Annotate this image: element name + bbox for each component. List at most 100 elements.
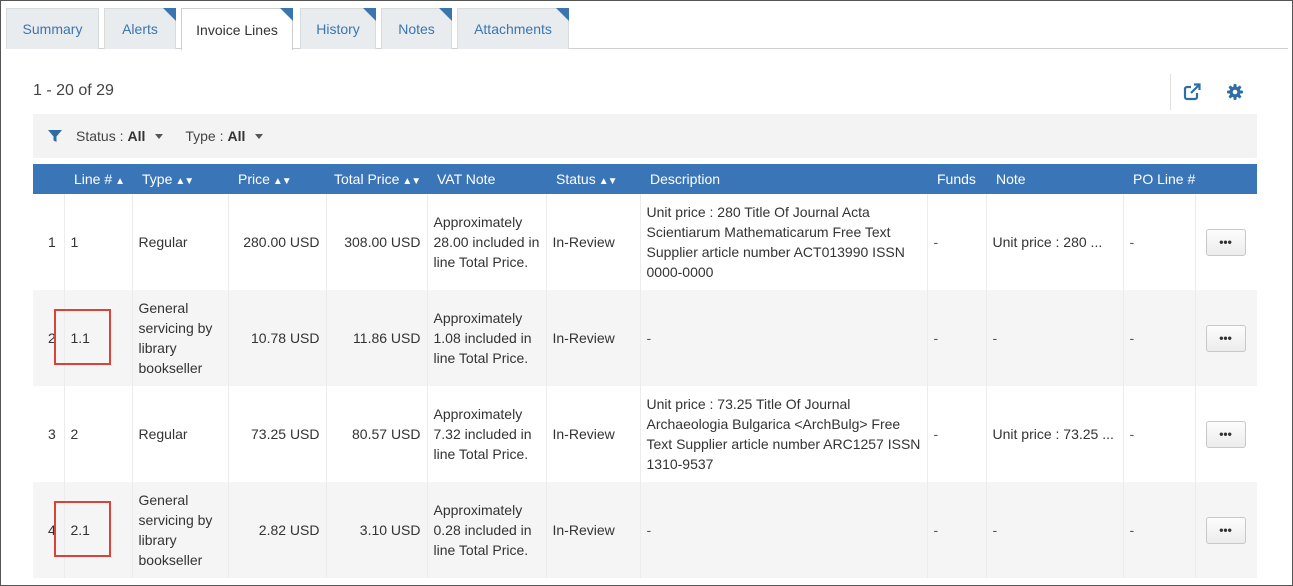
line-price: 10.78 USD <box>228 290 327 386</box>
col-header-note: Note <box>986 164 1123 194</box>
po-line-number: - <box>1123 194 1196 290</box>
line-total-price: 308.00 USD <box>326 194 428 290</box>
row-actions-cell: ••• <box>1195 194 1257 290</box>
line-type: General servicing by library bookseller <box>132 482 229 578</box>
table-row[interactable]: 4 2.1 General servicing by library books… <box>33 482 1257 578</box>
filter-bar: Status : All Type : All <box>33 114 1257 158</box>
col-header-description: Description <box>640 164 927 194</box>
row-actions-button[interactable]: ••• <box>1205 420 1246 448</box>
po-line-number: - <box>1123 290 1196 386</box>
tab-label: Attachments <box>474 21 552 37</box>
table-row[interactable]: 2 1.1 General servicing by library books… <box>33 290 1257 386</box>
col-header-po-line: PO Line # <box>1123 164 1195 194</box>
line-status: In-Review <box>546 194 641 290</box>
line-note: Unit price : 280 ... <box>986 194 1124 290</box>
table-actions <box>1170 74 1254 110</box>
line-status: In-Review <box>546 386 641 482</box>
row-actions-button[interactable]: ••• <box>1205 324 1246 352</box>
line-price: 2.82 USD <box>228 482 327 578</box>
tab-bar: Summary Alerts Invoice Lines History Not… <box>6 8 1288 50</box>
line-total-price: 11.86 USD <box>326 290 428 386</box>
line-funds: - <box>927 386 987 482</box>
tab-corner-icon <box>363 8 376 21</box>
col-header-funds: Funds <box>927 164 986 194</box>
line-number: 2 <box>64 386 133 482</box>
highlight-box <box>54 309 111 365</box>
results-count: 1 - 20 of 29 <box>33 82 114 99</box>
col-header-type[interactable]: Type ▲▼ <box>132 164 228 194</box>
line-description: - <box>640 290 928 386</box>
filter-icon[interactable] <box>47 128 63 144</box>
ellipsis-icon: ••• <box>1219 427 1232 441</box>
col-header-actions <box>1195 164 1257 194</box>
tab-history[interactable]: History <box>300 8 376 49</box>
tab-label: History <box>316 21 360 37</box>
tab-notes[interactable]: Notes <box>381 8 452 49</box>
tab-attachments[interactable]: Attachments <box>457 8 569 49</box>
table-row[interactable]: 3 2 Regular 73.25 USD 80.57 USD Approxim… <box>33 386 1257 482</box>
line-total-price: 80.57 USD <box>326 386 428 482</box>
tab-invoice-lines[interactable]: Invoice Lines <box>181 8 293 50</box>
col-header-line[interactable]: Line # ▲ <box>64 164 132 194</box>
line-type: Regular <box>132 194 229 290</box>
po-line-number: - <box>1123 386 1196 482</box>
status-filter[interactable]: Status : All <box>76 128 164 144</box>
line-description: - <box>640 482 928 578</box>
export-icon[interactable] <box>1183 83 1201 101</box>
sort-icon: ▲▼ <box>175 176 194 187</box>
line-status: In-Review <box>546 290 641 386</box>
highlight-box <box>54 501 111 557</box>
tab-label: Alerts <box>122 21 158 37</box>
tab-label: Summary <box>22 21 83 37</box>
sort-asc-icon: ▲ <box>115 176 125 187</box>
invoice-lines-panel: Summary Alerts Invoice Lines History Not… <box>0 0 1293 586</box>
tab-label: Notes <box>398 21 435 37</box>
ellipsis-icon: ••• <box>1219 523 1232 537</box>
chevron-down-icon <box>255 133 264 139</box>
sort-icon: ▲▼ <box>402 176 421 187</box>
col-header-status[interactable]: Status ▲▼ <box>546 164 640 194</box>
gear-icon[interactable] <box>1226 83 1244 101</box>
ellipsis-icon: ••• <box>1219 331 1232 345</box>
line-price: 73.25 USD <box>228 386 327 482</box>
row-actions-button[interactable]: ••• <box>1205 228 1246 256</box>
line-price: 280.00 USD <box>228 194 327 290</box>
type-filter-label: Type : <box>185 128 224 144</box>
col-header-vat-note: VAT Note <box>427 164 546 194</box>
line-funds: - <box>927 482 987 578</box>
tab-corner-icon <box>556 8 569 21</box>
sort-icon: ▲▼ <box>272 176 292 187</box>
line-number: 1 <box>64 194 133 290</box>
col-header-total-price[interactable]: Total Price ▲▼ <box>326 164 427 194</box>
line-description: Unit price : 73.25 Title Of Journal Arch… <box>640 386 928 482</box>
sort-icon: ▲▼ <box>598 176 618 187</box>
line-note: Unit price : 73.25 ... <box>986 386 1124 482</box>
row-actions-button[interactable]: ••• <box>1205 516 1246 544</box>
col-header-index <box>33 164 64 194</box>
line-description: Unit price : 280 Title Of Journal Acta S… <box>640 194 928 290</box>
line-total-price: 3.10 USD <box>326 482 428 578</box>
line-type: Regular <box>132 386 229 482</box>
line-type: General servicing by library bookseller <box>132 290 229 386</box>
tab-corner-icon <box>439 8 452 21</box>
vat-note: Approximately 28.00 included in line Tot… <box>427 194 547 290</box>
row-actions-cell: ••• <box>1195 290 1257 386</box>
tab-alerts[interactable]: Alerts <box>104 8 176 49</box>
tab-corner-icon <box>163 8 176 21</box>
table-header-row: Line # ▲ Type ▲▼ Price ▲▼ Total Price ▲▼ VAT… <box>33 164 1257 194</box>
row-index: 3 <box>33 386 65 482</box>
table-row[interactable]: 1 1 Regular 280.00 USD 308.00 USD Approx… <box>33 194 1257 290</box>
line-note: - <box>986 482 1124 578</box>
tab-summary[interactable]: Summary <box>6 8 99 49</box>
type-filter[interactable]: Type : All <box>185 128 264 144</box>
tab-corner-icon <box>280 8 293 21</box>
vat-note: Approximately 0.28 included in line Tota… <box>427 482 547 578</box>
col-header-price[interactable]: Price ▲▼ <box>228 164 326 194</box>
line-funds: - <box>927 290 987 386</box>
tab-label: Invoice Lines <box>196 21 278 38</box>
po-line-number: - <box>1123 482 1196 578</box>
status-filter-value: All <box>127 128 146 144</box>
row-index: 1 <box>33 194 65 290</box>
vat-note: Approximately 7.32 included in line Tota… <box>427 386 547 482</box>
line-status: In-Review <box>546 482 641 578</box>
